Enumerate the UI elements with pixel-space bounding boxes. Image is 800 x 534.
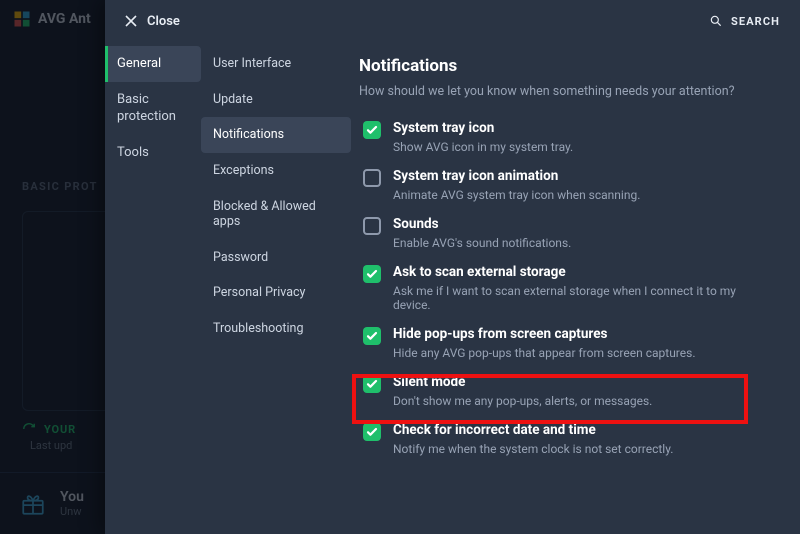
option-sub: Hide any AVG pop-ups that appear from sc… [393, 346, 695, 360]
search-label: SEARCH [731, 15, 780, 28]
option-checkbox[interactable] [363, 423, 381, 441]
option-row: Ask to scan external storage Ask me if I … [359, 257, 778, 319]
secondary-tab-blocked-allowed-apps[interactable]: Blocked & Allowed apps [201, 189, 351, 240]
option-sub: Ask me if I want to scan external storag… [393, 284, 774, 312]
settings-panel: Close SEARCH GeneralBasic protectionTool… [105, 0, 800, 534]
option-row: System tray icon Show AVG icon in my syst… [359, 113, 778, 161]
section-sub: How should we let you know when somethin… [359, 84, 778, 99]
check-icon [366, 124, 378, 136]
section-title: Notifications [359, 56, 778, 76]
option-checkbox[interactable] [363, 265, 381, 283]
option-title: System tray icon [393, 120, 573, 136]
option-row: Hide pop-ups from screen captures Hide an… [359, 319, 778, 367]
option-row: System tray icon animation Animate AVG sy… [359, 161, 778, 209]
check-icon [366, 268, 378, 280]
close-icon [125, 15, 137, 27]
option-title: Ask to scan external storage [393, 264, 774, 280]
close-button[interactable]: Close [125, 14, 180, 29]
option-sub: Show AVG icon in my system tray. [393, 140, 573, 154]
check-icon [366, 330, 378, 342]
option-checkbox[interactable] [363, 217, 381, 235]
check-icon [366, 378, 378, 390]
secondary-tab-personal-privacy[interactable]: Personal Privacy [201, 275, 351, 311]
search-button[interactable]: SEARCH [709, 14, 780, 28]
search-icon [709, 14, 723, 28]
primary-tab-general[interactable]: General [105, 46, 201, 82]
option-checkbox[interactable] [363, 327, 381, 345]
options-list: System tray icon Show AVG icon in my syst… [359, 113, 778, 463]
option-row: Silent mode Don't show me any pop-ups, al… [359, 367, 778, 415]
option-title: System tray icon animation [393, 168, 640, 184]
option-title: Sounds [393, 216, 571, 232]
option-checkbox[interactable] [363, 121, 381, 139]
primary-tab-tools[interactable]: Tools [105, 135, 201, 171]
option-row: Sounds Enable AVG's sound notifications. [359, 209, 778, 257]
option-title: Silent mode [393, 374, 652, 390]
option-sub: Animate AVG system tray icon when scanni… [393, 188, 640, 202]
option-checkbox[interactable] [363, 169, 381, 187]
option-sub: Notify me when the system clock is not s… [393, 442, 673, 456]
option-sub: Don't show me any pop-ups, alerts, or me… [393, 394, 652, 408]
primary-nav: GeneralBasic protectionTools [105, 42, 201, 534]
option-row: Check for incorrect date and time Notify … [359, 415, 778, 463]
primary-tab-basic-protection[interactable]: Basic protection [105, 82, 201, 135]
secondary-nav: User InterfaceUpdateNotificationsExcepti… [201, 42, 351, 534]
secondary-tab-update[interactable]: Update [201, 82, 351, 118]
panel-topbar: Close SEARCH [105, 0, 800, 42]
settings-content: Notifications How should we let you know… [351, 42, 800, 534]
close-label: Close [147, 14, 180, 29]
secondary-tab-troubleshooting[interactable]: Troubleshooting [201, 311, 351, 347]
option-title: Hide pop-ups from screen captures [393, 326, 695, 342]
option-checkbox[interactable] [363, 375, 381, 393]
secondary-tab-exceptions[interactable]: Exceptions [201, 153, 351, 189]
secondary-tab-password[interactable]: Password [201, 240, 351, 276]
secondary-tab-notifications[interactable]: Notifications [201, 117, 351, 153]
option-title: Check for incorrect date and time [393, 422, 673, 438]
secondary-tab-user-interface[interactable]: User Interface [201, 46, 351, 82]
option-sub: Enable AVG's sound notifications. [393, 236, 571, 250]
check-icon [366, 426, 378, 438]
